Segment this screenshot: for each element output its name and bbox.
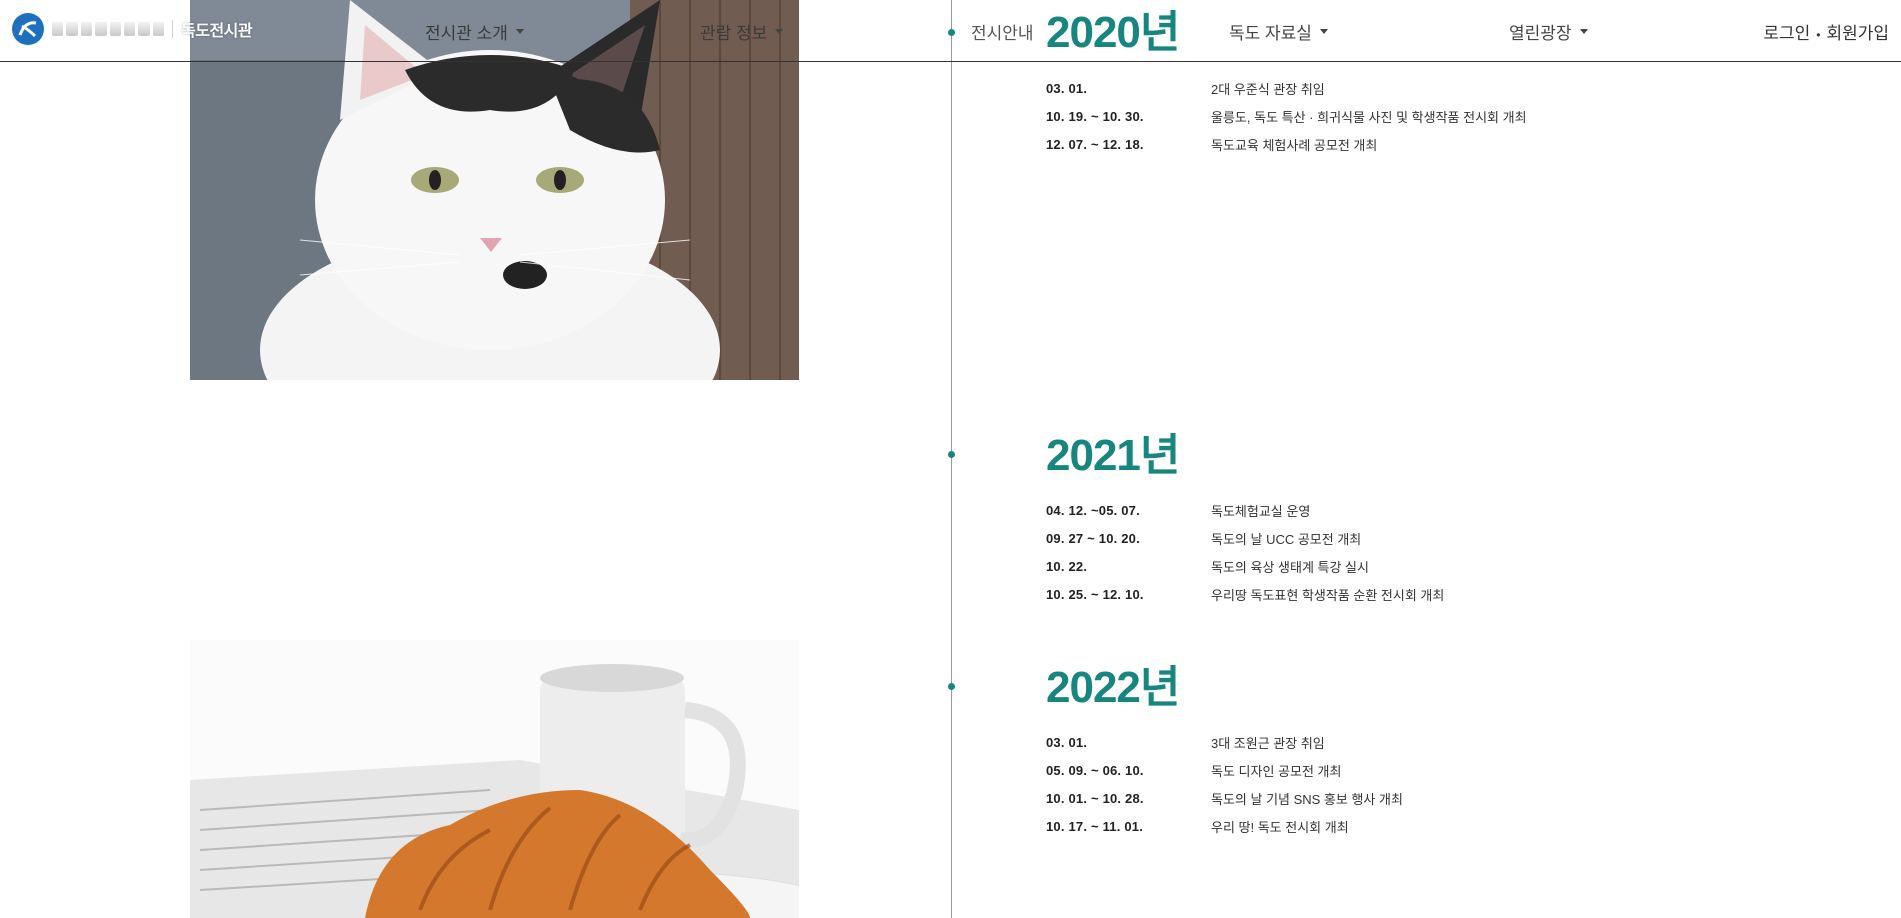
top-header: 독도전시관 전시관 소개 관람 정보 전시안내 독도 자료실 열린광장 로그인 •… [0, 0, 1901, 62]
nav-visit-info-label: 관람 정보 [700, 24, 768, 43]
nav-exhibit-guide[interactable]: 전시안내 [971, 19, 1034, 44]
timeline-line [951, 0, 952, 918]
event-date: 10. 22. [1046, 558, 1088, 574]
event-date: 10. 17. ~ 11. 01. [1046, 818, 1144, 834]
event-row: 03. 01. 2대 우준식 관장 취임 [1046, 74, 1527, 102]
event-date: 10. 25. ~ 12. 10. [1046, 586, 1144, 602]
nav-museum-intro[interactable]: 전시관 소개 [425, 19, 524, 44]
nav-visit-info[interactable]: 관람 정보 [700, 19, 784, 44]
event-date: 10. 19. ~ 10. 30. [1046, 108, 1144, 124]
event-date: 03. 01. [1046, 80, 1088, 96]
event-description: 독도의 육상 생태계 특강 실시 [1211, 559, 1369, 575]
event-row: 10. 19. ~ 10. 30. 울릉도, 독도 특산 · 희귀식물 사진 및… [1046, 102, 1527, 130]
croissant-coffee-photo [190, 640, 799, 918]
caret-down-icon [1319, 29, 1328, 34]
year-heading: 2020년 [1046, 8, 1180, 57]
timeline-dot [948, 451, 955, 458]
emblem-icon [12, 13, 44, 45]
event-row: 10. 17. ~ 11. 01. 우리 땅! 독도 전시회 개최 [1046, 812, 1403, 840]
timeline-dot [948, 683, 955, 690]
caret-down-icon [1579, 29, 1588, 34]
nav-exhibit-guide-label: 전시안내 [971, 24, 1034, 43]
logo-divider [172, 20, 173, 38]
event-description: 독도체험교실 운영 [1211, 503, 1311, 519]
event-list: 04. 12. ~05. 07. 독도체험교실 운영 09. 27 ~ 10. … [1046, 496, 1444, 608]
event-row: 09. 27 ~ 10. 20. 독도의 날 UCC 공모전 개최 [1046, 524, 1444, 552]
nav-open-square-label: 열린광장 [1509, 24, 1572, 43]
year-heading: 2022년 [1046, 663, 1180, 712]
nav-dokdo-library[interactable]: 독도 자료실 [1229, 19, 1328, 44]
login-link[interactable]: 로그인 [1763, 24, 1810, 43]
event-description: 독도의 날 기념 SNS 홍보 행사 개최 [1211, 791, 1403, 807]
event-row: 12. 07. ~ 12. 18. 독도교육 체험사례 공모전 개최 [1046, 130, 1527, 158]
site-name: 독도전시관 [181, 23, 253, 40]
event-row: 03. 01. 3대 조원근 관장 취임 [1046, 728, 1403, 756]
event-date: 10. 01. ~ 10. 28. [1046, 790, 1144, 806]
nav-museum-intro-label: 전시관 소개 [425, 24, 508, 43]
event-date: 05. 09. ~ 06. 10. [1046, 762, 1144, 778]
caret-down-icon [515, 29, 524, 34]
event-list: 03. 01. 3대 조원근 관장 취임 05. 09. ~ 06. 10. 독… [1046, 728, 1403, 840]
event-row: 05. 09. ~ 06. 10. 독도 디자인 공모전 개최 [1046, 756, 1403, 784]
auth-links: 로그인 • 회원가입 [1763, 19, 1889, 44]
event-row: 04. 12. ~05. 07. 독도체험교실 운영 [1046, 496, 1444, 524]
event-description: 우리 땅! 독도 전시회 개최 [1211, 819, 1349, 835]
organization-wordmark [52, 22, 164, 36]
event-row: 10. 01. ~ 10. 28. 독도의 날 기념 SNS 홍보 행사 개최 [1046, 784, 1403, 812]
nav-dokdo-library-label: 독도 자료실 [1229, 24, 1312, 43]
event-description: 2대 우준식 관장 취임 [1211, 81, 1325, 97]
event-description: 3대 조원근 관장 취임 [1211, 735, 1325, 751]
signup-link[interactable]: 회원가입 [1826, 24, 1889, 43]
event-date: 12. 07. ~ 12. 18. [1046, 136, 1144, 152]
event-date: 03. 01. [1046, 734, 1088, 750]
event-description: 독도교육 체험사례 공모전 개최 [1211, 137, 1378, 153]
event-description: 울릉도, 독도 특산 · 희귀식물 사진 및 학생작품 전시회 개최 [1211, 109, 1527, 125]
year-heading: 2021년 [1046, 431, 1180, 480]
event-list: 03. 01. 2대 우준식 관장 취임 10. 19. ~ 10. 30. 울… [1046, 74, 1527, 158]
event-description: 독도의 날 UCC 공모전 개최 [1211, 531, 1362, 547]
event-row: 10. 25. ~ 12. 10. 우리땅 독도표현 학생작품 순환 전시회 개… [1046, 580, 1444, 608]
event-description: 우리땅 독도표현 학생작품 순환 전시회 개최 [1211, 587, 1445, 603]
event-description: 독도 디자인 공모전 개최 [1211, 763, 1342, 779]
event-date: 04. 12. ~05. 07. [1046, 502, 1140, 518]
event-date: 09. 27 ~ 10. 20. [1046, 530, 1140, 546]
event-row: 10. 22. 독도의 육상 생태계 특강 실시 [1046, 552, 1444, 580]
auth-separator: • [1816, 27, 1821, 42]
site-logo[interactable]: 독도전시관 [12, 13, 253, 45]
nav-open-square[interactable]: 열린광장 [1509, 19, 1588, 44]
caret-down-icon [775, 29, 784, 34]
